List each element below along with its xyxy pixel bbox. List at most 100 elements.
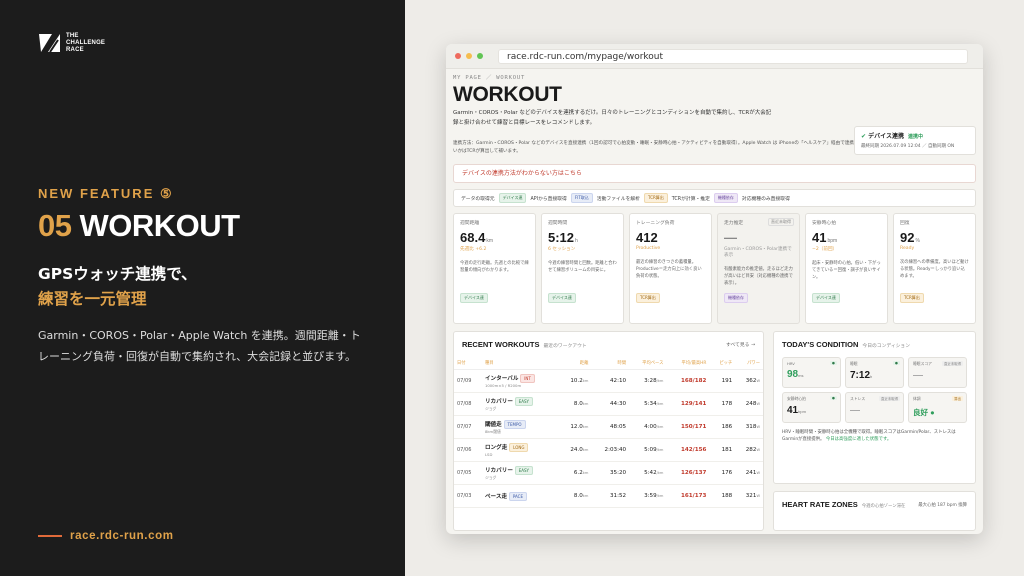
site-url[interactable]: race.rdc-run.com [38, 530, 174, 542]
col-time[interactable]: 時間 [591, 357, 630, 370]
metric-card-weekly-time[interactable]: 週間時間 5:12h 6 セッション 今週の練習時間と回数。距離と合わせて練習ボリュー… [541, 213, 624, 324]
col-cadence[interactable]: ピッチ [709, 357, 736, 370]
metric-label: トレーニング負荷 [636, 221, 675, 226]
cell-number: 98 [787, 369, 799, 380]
metric-sub: Ready [900, 246, 915, 251]
minimize-dot-icon[interactable] [466, 53, 472, 59]
metric-sub: Productive [636, 246, 661, 251]
cell-time: 48:05 [591, 415, 630, 439]
workout-name: 閾値走 [484, 421, 502, 428]
metric-unit: bpm [827, 238, 838, 244]
pace-value: 3:28 [644, 378, 657, 384]
status-badge: 直近未取得 [879, 396, 900, 401]
col-distance[interactable]: 距離 [558, 357, 592, 370]
distance-value: 8.0 [573, 493, 583, 499]
table-row[interactable]: 07/08 リカバリー EASY ジョグ 8.0km 44:30 5:34/km 129/1… [454, 392, 763, 416]
cell-time: 2:03:40 [591, 438, 630, 462]
cell-label: HRV [787, 361, 795, 366]
condition-grid: ● HRV 98ms ● 睡眠 7:12h 直近未取得 睡眠スコア — ● 安静時心拍 41bp… [774, 349, 975, 423]
cell-number: 7:12 [850, 370, 871, 381]
cell-distance: 8.0km [558, 484, 592, 508]
cell-pace: 5:09/km [629, 438, 667, 462]
metric-card-vo2-estimate[interactable]: 直近未取得 走力推定 — Garmin・COROS・Polar連携で表示 有酸素能力の推… [717, 213, 800, 324]
table-row[interactable]: 07/07 閾値走 TEMPO 8km閾値 12.0km 48:05 4:00/km 150… [454, 415, 763, 439]
workout-name: ペース走 [484, 493, 508, 500]
condition-cell-overall[interactable]: 算出 体調 良好 ● [908, 392, 967, 423]
condition-subtitle: 今日のコンディション [862, 344, 911, 349]
condition-highlight: 今日は高強度に適した状態です。 [825, 437, 892, 442]
site-url-text[interactable]: race.rdc-run.com [70, 530, 174, 542]
metric-card-recovery[interactable]: 回復 92% Ready 次の練習への準備度。高いほど動ける状態。Ready＝しっかり… [893, 213, 976, 324]
table-row[interactable]: 07/09 インターバル INT 1000m×5 / R200m 10.2km 42:1… [454, 369, 763, 393]
cell-time: 31:52 [591, 484, 630, 508]
metric-text: 有酸素能力の推定値。走るほど走力が高いほど目安（対応機種の連携で表示）。 [724, 267, 793, 286]
pace-value: 5:42 [644, 470, 657, 476]
right-column: TODAY'S CONDITION 今日のコンディション ● HRV 98ms ● 睡眠… [773, 331, 976, 531]
cell-label: 睡眠 [850, 361, 858, 366]
cell-pace: 5:42/km [629, 461, 667, 485]
source-tag-fit: FIT取込 [570, 193, 593, 203]
sync-status-badge: 連携中 [907, 134, 923, 140]
workout-name: リカバリー [484, 467, 513, 474]
metric-value: 41bpm [812, 230, 881, 245]
metric-number: 41 [812, 230, 827, 245]
feature-title-text: WORKOUT [79, 208, 240, 243]
condition-title-text: TODAY'S CONDITION [782, 340, 859, 349]
cell-power: 248W [735, 392, 763, 416]
table-row[interactable]: 07/03 ペース走 PACE 8.0km 31:52 3:59/km 161/173 18… [454, 484, 763, 508]
cell-type: 閾値走 TEMPO 8km閾値 [481, 415, 559, 439]
cell-cadence: 188 [709, 484, 736, 508]
metric-sub: 6 セッション [548, 247, 576, 252]
sync-detail: 最終同期 2026.07.09 12:04 ／ 自動同期 ON [861, 144, 955, 149]
condition-cell-sleep-score[interactable]: 直近未取得 睡眠スコア — [908, 357, 967, 388]
condition-cell-hrv[interactable]: ● HRV 98ms [782, 357, 841, 388]
metric-label: 回復 [900, 221, 910, 226]
workout-tag: INT [520, 374, 535, 383]
metric-text: 今週の練習時間と回数。距離と合わせて練習ボリュームの目安に。 [548, 261, 617, 273]
condition-cell-stress[interactable]: 直近未取得 ストレス — [845, 392, 904, 423]
cell-value: 7:12h [850, 370, 899, 381]
cell-distance: 6.2km [558, 461, 592, 485]
condition-cell-sleep[interactable]: ● 睡眠 7:12h [845, 357, 904, 388]
source-tag-tcr: TCR算出 [643, 193, 668, 203]
cell-hr: 168/182 [666, 369, 710, 393]
metric-tag: デバイス連 [460, 293, 488, 303]
status-badge: 算出 [952, 396, 963, 401]
metric-card-weekly-distance[interactable]: 週間距離 68.4km 先週比 +6.2 今週の走行距離。先週との比較で練習量の傾向が… [453, 213, 536, 324]
maximize-dot-icon[interactable] [477, 53, 483, 59]
distance-value: 6.2 [573, 470, 583, 476]
metric-card-resting-hr[interactable]: 安静時心拍 41bpm −2（前回） 起床・安静時の心拍。低い・下がってきている＝回復… [805, 213, 888, 324]
cell-power: 241W [735, 461, 763, 485]
col-type[interactable]: 種目 [481, 357, 559, 370]
table-row[interactable]: 07/05 リカバリー EASY ジョグ 6.2km 35:20 5:42/km 126/1… [454, 461, 763, 485]
sync-title: ✔ デバイス連携 連携中 [861, 131, 969, 140]
col-hr[interactable]: 平均/最高HR [666, 357, 710, 370]
address-bar[interactable]: race.rdc-run.com/mypage/workout [498, 48, 968, 64]
metric-cards: 週間距離 68.4km 先週比 +6.2 今週の走行距離。先週との比較で練習量の傾向が… [453, 213, 976, 324]
close-dot-icon[interactable] [455, 53, 461, 59]
hr-zones-header: HEART RATE ZONES 今週の心拍ゾーン滞在 最大心拍 187 bpm 換… [774, 492, 975, 509]
subtitle-line-2: 練習を一元管理 [38, 290, 147, 308]
metric-number: 68.4 [460, 230, 486, 245]
cell-value: — [850, 405, 899, 416]
page-description: Garmin・COROS・Polar などのデバイスを連携するだけ。日々のトレー… [453, 110, 772, 126]
col-power[interactable]: パワー [735, 357, 763, 370]
cell-date: 07/03 [454, 484, 482, 508]
col-date[interactable]: 日付 [454, 357, 482, 370]
workout-tag: EASY [514, 396, 533, 406]
table-row[interactable]: 07/06 ロング走 LONG LSD 24.0km 2:03:40 5:09/km 142… [454, 438, 763, 462]
see-all-link[interactable]: すべて見る → [726, 341, 755, 348]
help-link[interactable]: デバイスの連携方法がわからない方はこちら [453, 164, 976, 183]
metric-card-training-load[interactable]: トレーニング負荷 412 Productive 最近の練習のきつさの蓄積量。Produ… [629, 213, 712, 324]
power-value: 321 [745, 493, 757, 499]
breadcrumb: MY PAGE ／ WORKOUT [453, 75, 526, 81]
metric-unit: km [486, 238, 493, 244]
source-text: 対応機種のみ直接取得 [741, 196, 790, 202]
workout-tag: LONG [509, 443, 529, 452]
metric-unit: h [575, 238, 578, 244]
metric-number: 5:12 [548, 230, 575, 245]
condition-cell-resting-hr[interactable]: ● 安静時心拍 41bpm [782, 392, 841, 423]
workout-name: インターバル [484, 376, 519, 382]
col-pace[interactable]: 平均ペース [629, 357, 667, 370]
cell-cadence: 178 [709, 392, 736, 416]
